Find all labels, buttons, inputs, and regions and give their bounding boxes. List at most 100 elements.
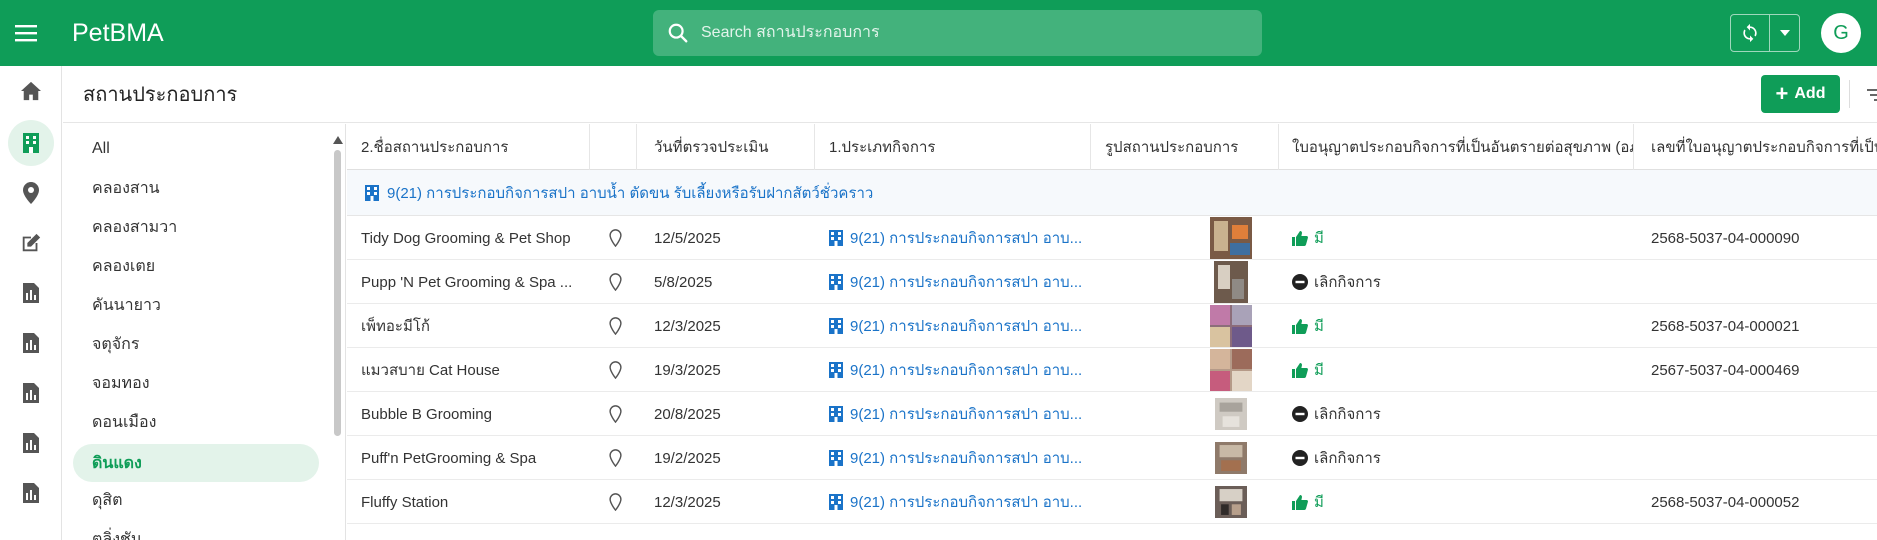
avatar[interactable]: G xyxy=(1821,13,1861,53)
row-status-label: มี xyxy=(1314,362,1324,379)
column-header-type[interactable]: 1.ประเภทกิจการ xyxy=(815,124,1091,170)
filter-item-all[interactable]: All xyxy=(73,130,319,168)
rail-item-edit[interactable] xyxy=(0,218,62,268)
row-photo[interactable] xyxy=(1151,216,1311,260)
filter-scrollbar[interactable] xyxy=(331,136,343,536)
row-status-label: เลิกกิจการ xyxy=(1314,450,1381,467)
row-location-button[interactable] xyxy=(605,304,625,348)
row-permit-status: มี xyxy=(1292,304,1592,348)
column-header-name[interactable]: 2.ชื่อสถานประกอบการ xyxy=(347,124,590,170)
rail-item-report-5[interactable] xyxy=(0,468,62,518)
sync-dropdown-button[interactable] xyxy=(1769,15,1799,51)
row-type-link[interactable]: 9(21) การประกอบกิจการสปา อาบ... xyxy=(829,304,1129,348)
filter-item[interactable]: คลองเตย xyxy=(73,247,319,285)
map-pin-outline-icon xyxy=(608,361,622,379)
table-row[interactable]: Puff'n PetGrooming & Spa 19/2/2025 9(21)… xyxy=(347,436,1877,480)
column-header-license-no[interactable]: เลขที่ใบอนุญาตประกอบกิจการที่เป็น xyxy=(1634,124,1877,170)
row-location-button[interactable] xyxy=(605,436,625,480)
row-date: 12/5/2025 xyxy=(654,229,721,247)
filter-item[interactable]: คันนายาว xyxy=(73,286,319,324)
row-location-button[interactable] xyxy=(605,348,625,392)
filter-item-active[interactable]: ดินแดง xyxy=(73,444,319,482)
table-row[interactable]: เพ็ทอะมีโก้ 12/3/2025 9(21) การประกอบกิจ… xyxy=(347,304,1877,348)
rail-item-report-4[interactable] xyxy=(0,418,62,468)
row-photo[interactable] xyxy=(1151,436,1311,480)
row-photo[interactable] xyxy=(1151,392,1311,436)
group-row[interactable]: 9(21) การประกอบกิจการสปา อาบน้ำ ตัดขน รั… xyxy=(347,170,1877,216)
row-date: 12/3/2025 xyxy=(654,317,721,335)
table-row[interactable]: Pupp 'N Pet Grooming & Spa ... 5/8/2025 … xyxy=(347,260,1877,304)
rail-item-report-1[interactable] xyxy=(0,268,62,318)
filter-item[interactable]: คลองสาน xyxy=(73,169,319,207)
rail-item-report-3[interactable] xyxy=(0,368,62,418)
filter-item[interactable]: ดอนเมือง xyxy=(73,403,319,441)
establishment-photo-thumbnail xyxy=(1214,261,1248,303)
row-name[interactable]: Bubble B Grooming xyxy=(361,392,591,436)
row-name[interactable]: เพ็ทอะมีโก้ xyxy=(361,304,591,348)
row-name[interactable]: Tidy Dog Grooming & Pet Shop xyxy=(361,216,591,260)
row-location-button[interactable] xyxy=(605,260,625,304)
row-name[interactable]: Pupp 'N Pet Grooming & Spa ... xyxy=(361,260,591,304)
row-photo[interactable] xyxy=(1151,260,1311,304)
establishment-photo-thumbnail xyxy=(1210,305,1252,347)
thumbs-up-icon xyxy=(1292,230,1308,246)
row-type-link[interactable]: 9(21) การประกอบกิจการสปา อาบ... xyxy=(829,260,1129,304)
rail-item-establishments[interactable] xyxy=(0,118,62,168)
home-icon xyxy=(21,81,41,101)
row-type-label: 9(21) การประกอบกิจการสปา อาบ... xyxy=(850,406,1083,423)
closed-icon xyxy=(1292,450,1308,466)
filter-button[interactable] xyxy=(1861,80,1877,110)
establishment-photo-thumbnail xyxy=(1210,349,1252,391)
row-license-number xyxy=(1651,392,1877,436)
column-header-pin[interactable] xyxy=(590,124,637,170)
row-date: 5/8/2025 xyxy=(654,273,713,291)
row-type-link[interactable]: 9(21) การประกอบกิจการสปา อาบ... xyxy=(829,480,1129,524)
row-photo[interactable] xyxy=(1151,348,1311,392)
search-input[interactable] xyxy=(701,24,1221,42)
row-type-link[interactable]: 9(21) การประกอบกิจการสปา อาบ... xyxy=(829,436,1129,480)
row-name[interactable]: Puff'n PetGrooming & Spa xyxy=(361,436,591,480)
row-name[interactable]: Fluffy Station xyxy=(361,480,591,524)
filter-item[interactable]: ดุสิต xyxy=(73,481,319,519)
report-icon xyxy=(23,483,39,503)
left-nav-rail xyxy=(0,66,62,540)
row-location-button[interactable] xyxy=(605,392,625,436)
building-icon xyxy=(829,494,843,510)
filter-item[interactable]: จตุจักร xyxy=(73,325,319,363)
row-name[interactable]: แมวสบาย Cat House xyxy=(361,348,591,392)
add-button[interactable]: + Add xyxy=(1761,75,1840,113)
plus-icon: + xyxy=(1775,81,1789,106)
scroll-thumb[interactable] xyxy=(334,150,341,436)
row-type-link[interactable]: 9(21) การประกอบกิจการสปา อาบ... xyxy=(829,216,1129,260)
table-row[interactable]: Bubble B Grooming 20/8/2025 9(21) การประ… xyxy=(347,392,1877,436)
row-type-label: 9(21) การประกอบกิจการสปา อาบ... xyxy=(850,274,1083,291)
column-header-date[interactable]: วันที่ตรวจประเมิน xyxy=(637,124,815,170)
row-status-label: มี xyxy=(1314,318,1324,335)
table-row[interactable]: แมวสบาย Cat House 19/3/2025 9(21) การประ… xyxy=(347,348,1877,392)
table-row[interactable]: Fluffy Station 12/3/2025 9(21) การประกอบ… xyxy=(347,480,1877,524)
filter-item[interactable]: จอมทอง xyxy=(73,364,319,402)
row-type-link[interactable]: 9(21) การประกอบกิจการสปา อาบ... xyxy=(829,348,1129,392)
search-box[interactable] xyxy=(653,10,1262,56)
rail-item-map[interactable] xyxy=(0,168,62,218)
report-icon xyxy=(23,383,39,403)
rail-item-home[interactable] xyxy=(0,66,62,116)
column-header-permit[interactable]: ใบอนุญาตประกอบกิจการที่เป็นอันตรายต่อสุข… xyxy=(1279,124,1634,170)
column-header-photo[interactable]: รูปสถานประกอบการ xyxy=(1091,124,1279,170)
top-app-bar: PetBMA G xyxy=(0,0,1877,66)
scroll-up-arrow-icon[interactable] xyxy=(333,136,343,144)
filter-item[interactable]: ตลิ่งชัน xyxy=(73,520,319,540)
sync-button[interactable] xyxy=(1731,15,1769,51)
row-type-link[interactable]: 9(21) การประกอบกิจการสปา อาบ... xyxy=(829,392,1129,436)
row-location-button[interactable] xyxy=(605,216,625,260)
row-photo[interactable] xyxy=(1151,304,1311,348)
building-icon xyxy=(829,406,843,422)
row-location-button[interactable] xyxy=(605,480,625,524)
row-photo[interactable] xyxy=(1151,480,1311,524)
rail-item-report-2[interactable] xyxy=(0,318,62,368)
menu-button[interactable] xyxy=(0,0,52,66)
filter-item[interactable]: คลองสามวา xyxy=(73,208,319,246)
row-type-label: 9(21) การประกอบกิจการสปา อาบ... xyxy=(850,450,1083,467)
filter-icon xyxy=(1867,89,1877,101)
table-row[interactable]: Tidy Dog Grooming & Pet Shop 12/5/2025 9… xyxy=(347,216,1877,260)
